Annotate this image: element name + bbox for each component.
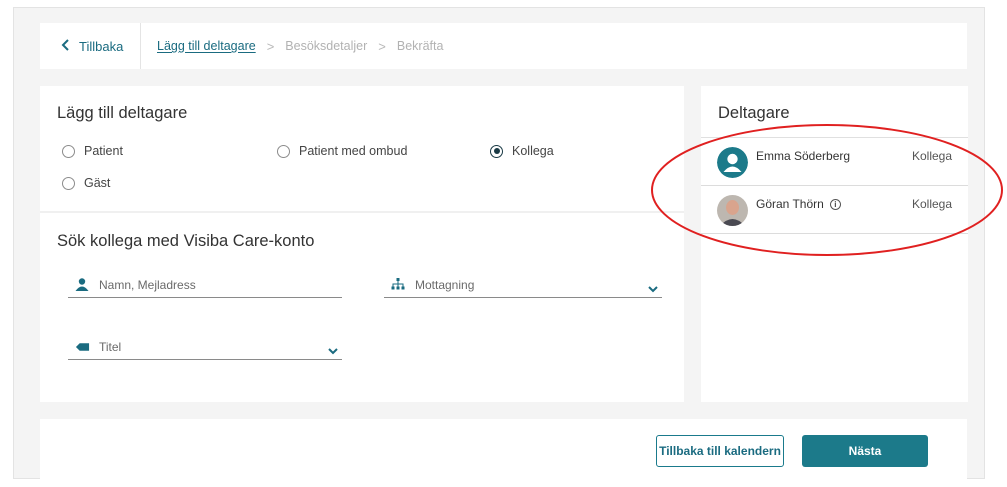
clinic-placeholder: Mottagning xyxy=(415,277,475,292)
breadcrumb: Lägg till deltagare > Besöksdetaljer > B… xyxy=(157,23,443,69)
back-button[interactable]: Tillbaka xyxy=(40,23,141,69)
back-label: Tillbaka xyxy=(79,38,124,54)
breadcrumb-bar: Tillbaka Lägg till deltagare > Besöksdet… xyxy=(40,23,967,69)
add-participant-form: Lägg till deltagare Patient Patient med … xyxy=(40,86,684,402)
name-email-input[interactable]: Namn, Mejladress xyxy=(68,272,342,298)
breadcrumb-step-visit-details: Besöksdetaljer xyxy=(285,39,368,53)
breadcrumb-separator: > xyxy=(378,38,386,54)
participant-name-container: Göran Thörn i xyxy=(756,197,841,211)
radio-patient-with-agent[interactable]: Patient med ombud xyxy=(277,144,407,158)
breadcrumb-step-confirm: Bekräfta xyxy=(396,39,444,53)
breadcrumb-separator: > xyxy=(266,38,275,54)
breadcrumb-step-add-participants[interactable]: Lägg till deltagare xyxy=(157,39,256,53)
radio-label: Gäst xyxy=(84,176,111,190)
avatar xyxy=(717,147,748,178)
person-icon xyxy=(68,278,90,291)
participant-row[interactable]: Göran Thörn i Kollega xyxy=(701,186,968,234)
chevron-down-icon xyxy=(328,342,338,360)
radio-patient[interactable]: Patient xyxy=(62,144,123,158)
radio-label: Patient xyxy=(84,144,123,158)
clinic-select[interactable]: Mottagning xyxy=(384,272,662,298)
participant-row[interactable]: Emma Söderberg Kollega xyxy=(701,138,968,186)
title-select[interactable]: Titel xyxy=(68,334,342,360)
info-icon[interactable]: i xyxy=(829,198,841,210)
participants-list: Emma Söderberg Kollega Göran Thörn i Kol… xyxy=(701,137,968,234)
title-placeholder: Titel xyxy=(99,339,122,354)
participant-name: Göran Thörn xyxy=(756,197,824,211)
chevron-left-icon xyxy=(61,38,70,54)
section-divider xyxy=(40,211,684,213)
radio-guest[interactable]: Gäst xyxy=(62,176,110,190)
radio-circle[interactable] xyxy=(490,144,503,158)
name-tag-icon xyxy=(68,342,90,352)
participant-role: Kollega xyxy=(911,149,952,163)
radio-label: Kollega xyxy=(512,144,554,158)
name-email-placeholder: Namn, Mejladress xyxy=(99,277,196,292)
participants-title: Deltagare xyxy=(718,104,790,122)
participant-name: Emma Söderberg xyxy=(756,149,851,163)
org-chart-icon xyxy=(384,278,406,291)
next-button[interactable]: Nästa xyxy=(802,435,928,467)
back-to-calendar-button[interactable]: Tillbaka till kalendern xyxy=(656,435,784,467)
footer-bar: Tillbaka till kalendern Nästa xyxy=(40,419,967,479)
avatar xyxy=(717,195,748,226)
participant-type-title: Lägg till deltagare xyxy=(57,104,188,122)
radio-circle[interactable] xyxy=(277,144,290,158)
radio-circle[interactable] xyxy=(62,176,75,190)
radio-label: Patient med ombud xyxy=(299,144,408,158)
participants-panel: Deltagare Emma Söderberg Kollega Göran T… xyxy=(701,86,968,402)
radio-colleague[interactable]: Kollega xyxy=(490,144,554,158)
chevron-down-icon xyxy=(648,280,658,298)
search-colleague-title: Sök kollega med Visiba Care-konto xyxy=(57,232,315,250)
participant-role: Kollega xyxy=(911,197,952,211)
radio-circle[interactable] xyxy=(62,144,75,158)
